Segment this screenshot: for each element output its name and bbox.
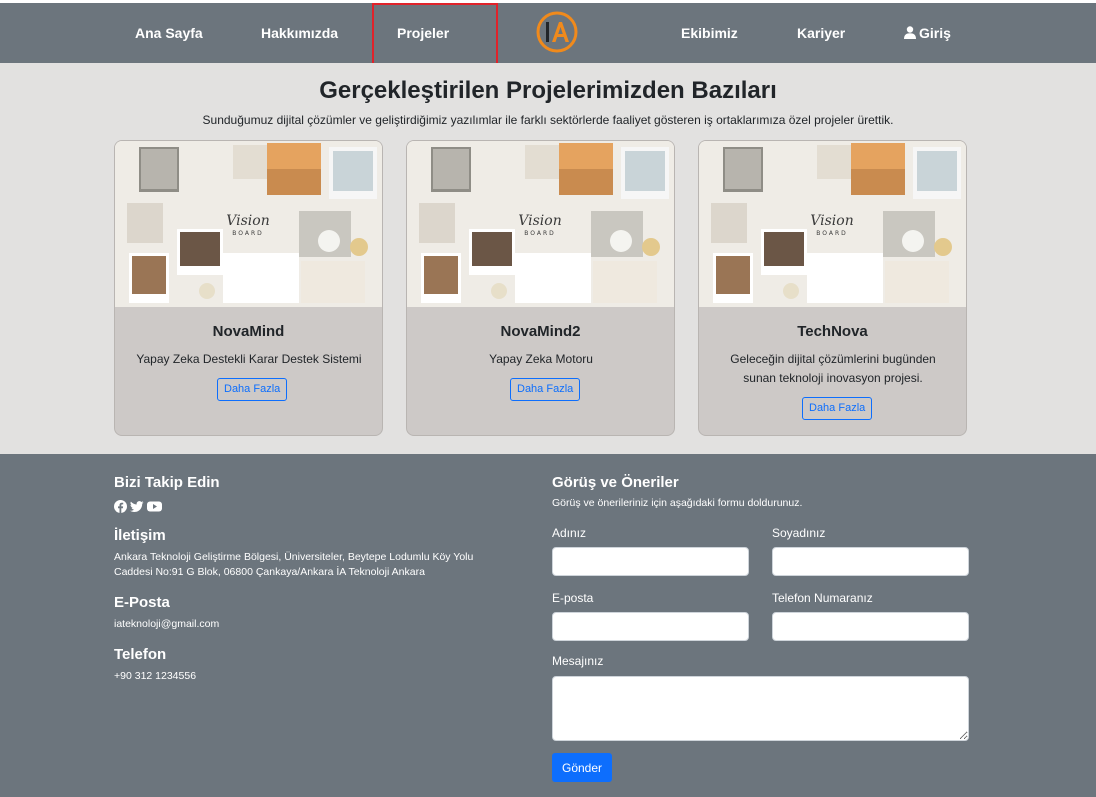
- nav-career-link[interactable]: Kariyer: [797, 25, 845, 41]
- nav-login-link[interactable]: Giriş: [904, 25, 951, 41]
- first-name-input[interactable]: [552, 547, 749, 576]
- svg-text:Vision: Vision: [518, 213, 561, 229]
- follow-title: Bizi Takip Edin: [114, 474, 220, 491]
- user-icon: [904, 26, 916, 39]
- more-button[interactable]: Daha Fazla: [217, 378, 288, 401]
- vision-board-image: Vision BOARD: [699, 141, 966, 307]
- message-textarea[interactable]: [552, 676, 969, 741]
- project-card: Vision BOARD NovaMind Yapay Zeka Destekl…: [114, 140, 383, 436]
- social-links: [114, 500, 162, 513]
- project-card: Vision BOARD TechNova Geleceğin dijital …: [698, 140, 967, 436]
- svg-text:BOARD: BOARD: [816, 230, 848, 237]
- svg-text:Vision: Vision: [810, 213, 853, 229]
- email-input[interactable]: [552, 612, 749, 641]
- phone-input[interactable]: [772, 612, 969, 641]
- projects-subtitle: Sunduğumuz dijital çözümler ve geliştird…: [202, 113, 894, 127]
- nav-home-link[interactable]: Ana Sayfa: [135, 25, 203, 41]
- nav-login-label: Giriş: [919, 25, 951, 41]
- email-title: E-Posta: [114, 594, 170, 611]
- email-text: iateknoloji@gmail.com: [114, 618, 220, 630]
- more-button[interactable]: Daha Fazla: [802, 397, 873, 420]
- phone-text: +90 312 1234556: [114, 670, 197, 682]
- card-description: Yapay Zeka Destekli Karar Destek Sistemi: [136, 352, 362, 366]
- svg-text:BOARD: BOARD: [232, 230, 264, 237]
- nav-projects-link[interactable]: Projeler: [397, 25, 449, 41]
- svg-text:BOARD: BOARD: [524, 230, 556, 237]
- card-title: NovaMind: [212, 323, 285, 340]
- card-description: Yapay Zeka Motoru: [489, 352, 593, 366]
- facebook-icon[interactable]: [114, 500, 127, 513]
- card-title: TechNova: [797, 323, 868, 340]
- projects-section: Gerçekleştirilen Projelerimizden Bazılar…: [0, 63, 1096, 454]
- twitter-icon[interactable]: [130, 500, 144, 513]
- last-name-label: Soyadınız: [772, 526, 826, 540]
- submit-button[interactable]: Gönder: [552, 753, 612, 782]
- vision-board-image: Vision BOARD: [407, 141, 674, 307]
- contact-title: İletişim: [114, 527, 166, 544]
- feedback-title: Görüş ve Öneriler: [552, 474, 679, 491]
- youtube-icon[interactable]: [147, 500, 162, 513]
- phone-title: Telefon: [114, 646, 167, 663]
- top-navbar: Ana Sayfa Hakkımızda Projeler IA Ekibimi…: [0, 3, 1096, 69]
- svg-text:Vision: Vision: [226, 213, 269, 229]
- footer: Bizi Takip Edin İletişim Ankara Teknoloj…: [0, 454, 1096, 797]
- last-name-input[interactable]: [772, 547, 969, 576]
- message-label: Mesajınız: [552, 654, 604, 668]
- phone-label: Telefon Numaranız: [772, 591, 873, 605]
- nav-team-link[interactable]: Ekibimiz: [681, 25, 738, 41]
- email-label: E-posta: [552, 591, 594, 605]
- ia-logo[interactable]: IA: [535, 10, 579, 54]
- first-name-label: Adınız: [552, 526, 587, 540]
- card-title: NovaMind2: [500, 323, 581, 340]
- nav-about-link[interactable]: Hakkımızda: [261, 25, 338, 41]
- address-text: Ankara Teknoloji Geliştirme Bölgesi, Üni…: [114, 551, 474, 578]
- feedback-subtitle: Görüş ve önerileriniz için aşağıdaki for…: [552, 497, 803, 509]
- projects-title: Gerçekleştirilen Projelerimizden Bazılar…: [319, 77, 777, 104]
- project-card: Vision BOARD NovaMind2 Yapay Zeka Motoru…: [406, 140, 675, 436]
- more-button[interactable]: Daha Fazla: [510, 378, 581, 401]
- card-description: Geleceğin dijital çözümlerini bugünden s…: [730, 352, 936, 385]
- vision-board-image: Vision BOARD: [115, 141, 382, 307]
- logo-text: IA: [535, 10, 536, 11]
